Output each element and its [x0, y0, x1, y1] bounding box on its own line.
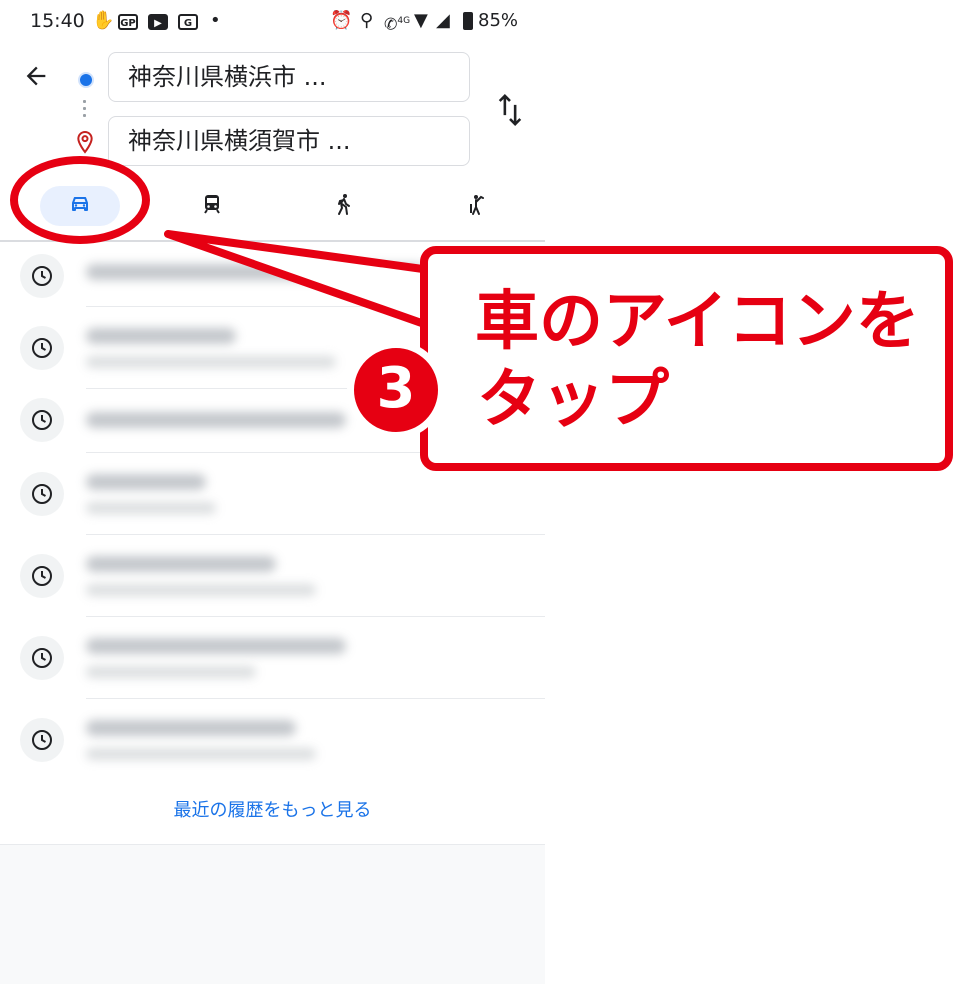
alarm-icon: ⏰: [330, 10, 353, 31]
train-icon: [200, 192, 224, 220]
list-divider: [86, 534, 545, 535]
signal-icon: ◢: [436, 10, 450, 31]
walk-icon: [332, 192, 356, 220]
route-dots-icon: [83, 98, 86, 118]
blurred-entry-subtitle: [86, 502, 216, 514]
gmail-icon: G: [178, 10, 198, 32]
tab-walk[interactable]: [322, 178, 366, 234]
wifi-call-icon: ✆4G: [384, 14, 411, 34]
destination-input[interactable]: 神奈川県横須賀市 ...: [108, 116, 470, 166]
clock-icon: [20, 254, 64, 298]
youtube-icon: ▶: [148, 10, 168, 32]
network-type: 4G: [397, 16, 411, 26]
origin-input[interactable]: 神奈川県横浜市 ...: [108, 52, 470, 102]
tab-transit[interactable]: [190, 178, 234, 234]
status-time: 15:40: [30, 10, 85, 32]
blurred-entry-title: [86, 638, 346, 654]
destination-pin-icon: [75, 130, 95, 154]
bottom-blank-area: [0, 845, 545, 984]
back-arrow-icon[interactable]: [22, 62, 54, 94]
dot-icon: •: [210, 10, 221, 31]
maps-directions-screen: 15:40 ✋ GP ▶ G • ⏰ ⚲ ✆4G ▼ ◢ 85% 神奈川県横浜市…: [0, 0, 545, 984]
blurred-entry-subtitle: [86, 666, 256, 678]
swap-icon[interactable]: [494, 92, 526, 128]
blurred-entry-title: [86, 328, 236, 344]
clock-icon: [20, 636, 64, 680]
battery-icon: [463, 12, 473, 30]
hand-icon: ✋: [92, 10, 115, 31]
wifi-icon: ▼: [414, 10, 428, 31]
status-bar: 15:40 ✋ GP ▶ G • ⏰ ⚲ ✆4G ▼ ◢ 85%: [0, 0, 545, 44]
step-number-badge: 3: [348, 342, 444, 438]
clock-icon: [20, 398, 64, 442]
callout-line-1: 車のアイコンを: [475, 285, 920, 359]
list-divider: [86, 698, 545, 699]
gp-app-icon: GP: [118, 10, 138, 32]
clock-icon: [20, 554, 64, 598]
blurred-entry-title: [86, 720, 296, 736]
more-history-link[interactable]: 最近の履歴をもっと見る: [0, 796, 545, 826]
list-divider: [86, 616, 545, 617]
blurred-entry-title: [86, 412, 346, 428]
blurred-entry-subtitle: [86, 356, 336, 368]
tab-ride[interactable]: [456, 178, 500, 234]
callout-line-2: タップ: [477, 363, 669, 437]
battery-level: 85%: [478, 10, 519, 31]
blurred-entry-subtitle: [86, 584, 316, 596]
location-icon: ⚲: [360, 10, 374, 31]
ride-icon: [466, 192, 490, 220]
clock-icon: [20, 718, 64, 762]
clock-icon: [20, 326, 64, 370]
blurred-entry-title: [86, 264, 426, 280]
highlight-ellipse: [10, 156, 150, 244]
origin-dot-icon: [78, 72, 94, 88]
blurred-entry-title: [86, 556, 276, 572]
blurred-entry-title: [86, 474, 206, 490]
blurred-entry-subtitle: [86, 748, 316, 760]
clock-icon: [20, 472, 64, 516]
callout-text: 車のアイコンを タップ: [475, 283, 945, 439]
